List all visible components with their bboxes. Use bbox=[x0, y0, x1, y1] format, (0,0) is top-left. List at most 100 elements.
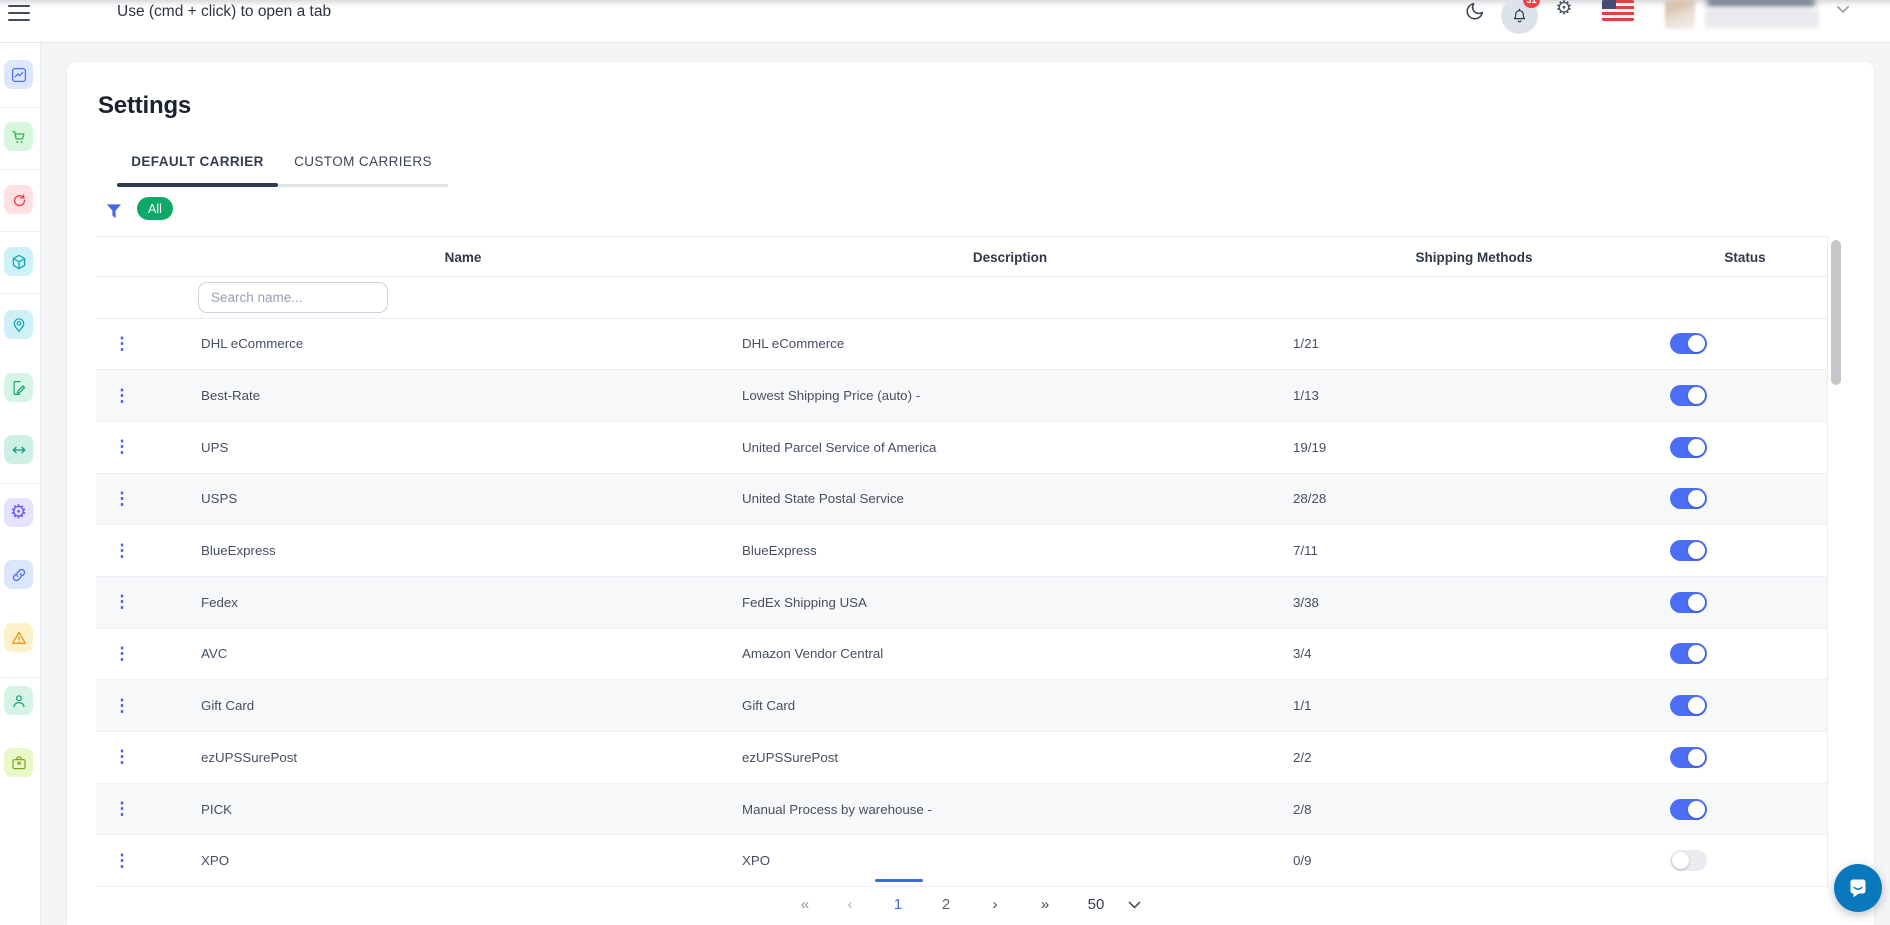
pagination-page-1[interactable]: 1 bbox=[894, 894, 902, 916]
row-actions-button[interactable]: ⋮ bbox=[114, 784, 130, 835]
pagination-page-2[interactable]: 2 bbox=[942, 894, 950, 916]
user-name-redacted bbox=[1707, 0, 1815, 7]
search-row bbox=[96, 277, 1828, 319]
user-menu-button[interactable] bbox=[1836, 5, 1850, 14]
package-icon bbox=[10, 253, 28, 271]
settings-gear-button[interactable]: ⚙ bbox=[1552, 0, 1576, 23]
status-toggle[interactable] bbox=[1670, 488, 1707, 509]
status-toggle[interactable] bbox=[1670, 695, 1707, 716]
carrier-name: ezUPSSurePost bbox=[201, 732, 297, 783]
carrier-description: ezUPSSurePost bbox=[742, 732, 838, 783]
table-row: ⋮ USPS United State Postal Service 28/28 bbox=[96, 474, 1828, 526]
carrier-description: DHL eCommerce bbox=[742, 319, 844, 370]
sidebar-divider bbox=[0, 677, 41, 678]
carrier-name: USPS bbox=[201, 474, 237, 525]
search-name-input[interactable] bbox=[198, 282, 388, 313]
sidebar-item-customers[interactable] bbox=[4, 686, 33, 715]
sidebar-item-alerts[interactable] bbox=[4, 623, 33, 652]
shipping-methods-count: 3/4 bbox=[1293, 629, 1312, 680]
status-toggle[interactable] bbox=[1670, 540, 1707, 561]
carrier-description: FedEx Shipping USA bbox=[742, 577, 867, 628]
row-actions-button[interactable]: ⋮ bbox=[114, 680, 130, 731]
toggle-knob bbox=[1688, 697, 1705, 714]
row-actions-button[interactable]: ⋮ bbox=[114, 629, 130, 680]
bell-icon bbox=[1510, 6, 1529, 27]
table-row: ⋮ ezUPSSurePost ezUPSSurePost 2/2 bbox=[96, 732, 1828, 784]
filter-button[interactable] bbox=[104, 199, 124, 223]
tab-default-carrier[interactable]: DEFAULT CARRIER bbox=[117, 150, 278, 172]
gear-icon: ⚙ bbox=[1555, 0, 1572, 19]
sidebar-item-tracking[interactable] bbox=[4, 310, 33, 339]
sidebar-divider bbox=[0, 483, 41, 484]
moon-icon bbox=[1464, 0, 1486, 22]
link-icon bbox=[10, 566, 28, 584]
row-actions-button[interactable]: ⋮ bbox=[114, 370, 130, 421]
person-icon bbox=[10, 692, 28, 710]
carrier-name: Best-Rate bbox=[201, 370, 260, 421]
table-body: ⋮ DHL eCommerce DHL eCommerce 1/21 ⋮ Bes… bbox=[96, 319, 1828, 888]
sidebar-item-orders[interactable] bbox=[4, 122, 33, 151]
row-actions-button[interactable]: ⋮ bbox=[114, 835, 130, 886]
carrier-description: Gift Card bbox=[742, 680, 795, 731]
carrier-name: DHL eCommerce bbox=[201, 319, 303, 370]
dark-mode-toggle[interactable] bbox=[1464, 0, 1488, 24]
row-actions-button[interactable]: ⋮ bbox=[114, 577, 130, 628]
notifications-button[interactable]: 31 bbox=[1501, 0, 1538, 34]
column-header-description: Description bbox=[973, 237, 1047, 278]
pagination-next-button[interactable]: › bbox=[993, 894, 998, 916]
sidebar-divider bbox=[0, 169, 41, 170]
row-actions-button[interactable]: ⋮ bbox=[114, 474, 130, 525]
sidebar-item-returns[interactable] bbox=[4, 185, 33, 214]
sidebar-item-transfers[interactable] bbox=[4, 435, 33, 464]
tab-custom-carriers[interactable]: CUSTOM CARRIERS bbox=[278, 150, 448, 172]
sidebar-item-inventory[interactable] bbox=[4, 247, 33, 276]
avatar[interactable] bbox=[1665, 0, 1695, 29]
sidebar-item-workspace[interactable] bbox=[4, 748, 33, 777]
status-toggle[interactable] bbox=[1670, 333, 1707, 354]
page-size-caret[interactable] bbox=[1128, 901, 1141, 909]
open-tab-hint: Use (cmd + click) to open a tab bbox=[117, 1, 331, 23]
pagination-prev-button[interactable]: ‹ bbox=[848, 894, 853, 916]
row-actions-button[interactable]: ⋮ bbox=[114, 422, 130, 473]
status-toggle[interactable] bbox=[1670, 799, 1707, 820]
table-row: ⋮ PICK Manual Process by warehouse - 2/8 bbox=[96, 784, 1828, 836]
carrier-description: United State Postal Service bbox=[742, 474, 904, 525]
vertical-scrollbar[interactable] bbox=[1831, 240, 1841, 385]
pagination-last-button[interactable]: » bbox=[1041, 894, 1047, 916]
chat-bubble-icon bbox=[1846, 876, 1870, 900]
status-toggle[interactable] bbox=[1670, 385, 1707, 406]
status-toggle[interactable] bbox=[1670, 437, 1707, 458]
carrier-description: United Parcel Service of America bbox=[742, 422, 936, 473]
status-toggle[interactable] bbox=[1670, 747, 1707, 768]
carrier-name: XPO bbox=[201, 835, 229, 886]
sidebar-item-integrations[interactable] bbox=[4, 560, 33, 589]
table-row: ⋮ Best-Rate Lowest Shipping Price (auto)… bbox=[96, 370, 1828, 422]
carrier-name: Fedex bbox=[201, 577, 238, 628]
arrows-horizontal-icon bbox=[10, 441, 28, 459]
filter-all-badge[interactable]: All bbox=[137, 197, 173, 220]
chat-launcher-button[interactable] bbox=[1834, 864, 1882, 912]
row-actions-button[interactable]: ⋮ bbox=[114, 525, 130, 576]
status-toggle[interactable] bbox=[1670, 592, 1707, 613]
user-role-redacted bbox=[1705, 9, 1819, 28]
sidebar-divider bbox=[0, 231, 41, 232]
sidebar-item-documents[interactable] bbox=[4, 373, 33, 402]
row-actions-button[interactable]: ⋮ bbox=[114, 732, 130, 783]
page-size-select[interactable]: 50 bbox=[1088, 894, 1105, 916]
column-header-name: Name bbox=[445, 237, 482, 278]
row-actions-button[interactable]: ⋮ bbox=[114, 319, 130, 370]
document-edit-icon bbox=[10, 379, 28, 397]
active-tab-indicator bbox=[117, 183, 278, 187]
table-row: ⋮ BlueExpress BlueExpress 7/11 bbox=[96, 525, 1828, 577]
sidebar-item-analytics[interactable] bbox=[4, 60, 33, 89]
inactive-tab-track bbox=[278, 184, 448, 187]
filter-funnel-icon bbox=[104, 199, 124, 223]
pagination-first-button[interactable]: « bbox=[801, 894, 807, 916]
us-flag-icon[interactable] bbox=[1602, 0, 1634, 21]
sidebar-item-settings[interactable]: ⚙ bbox=[4, 498, 33, 527]
status-toggle[interactable] bbox=[1670, 850, 1707, 871]
toggle-knob bbox=[1688, 645, 1705, 662]
toggle-knob bbox=[1688, 387, 1705, 404]
hamburger-menu-icon[interactable] bbox=[8, 5, 30, 25]
status-toggle[interactable] bbox=[1670, 643, 1707, 664]
